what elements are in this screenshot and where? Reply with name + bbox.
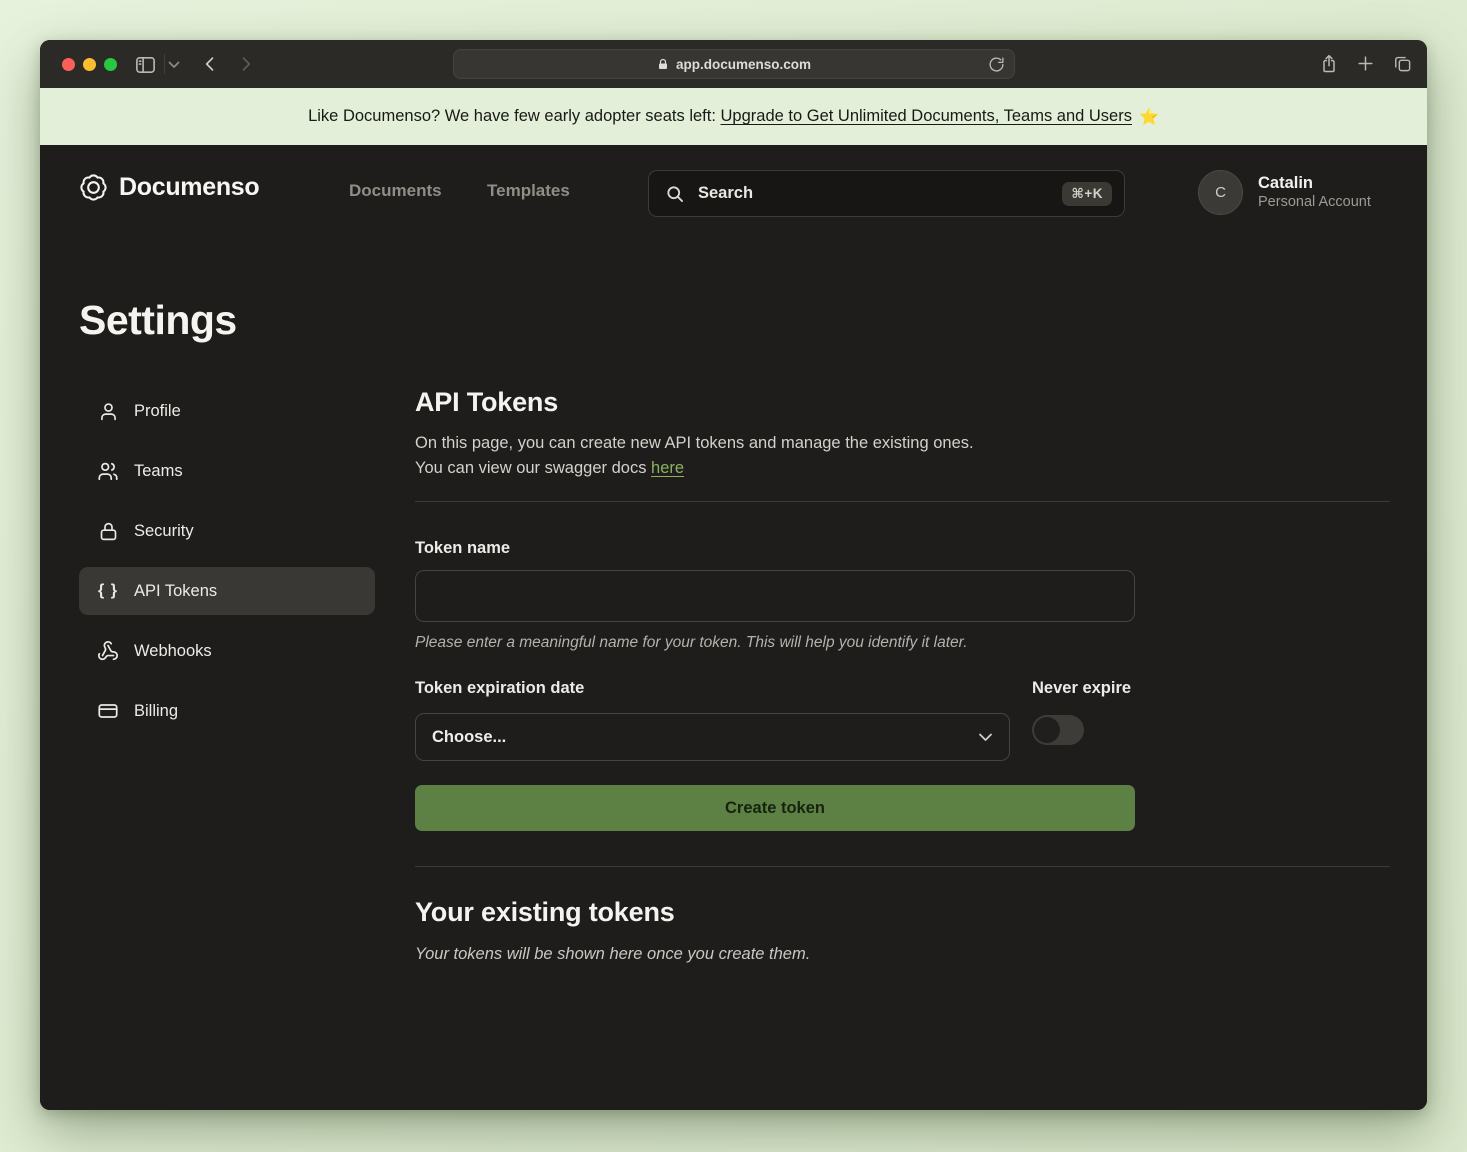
zoom-window-button[interactable] (104, 58, 117, 71)
sidebar-toggle-icon[interactable] (134, 53, 157, 76)
ssl-lock-icon (657, 58, 669, 71)
expiration-column: Token expiration date Choose... (415, 679, 1010, 761)
section-description: On this page, you can create new API tok… (415, 431, 1390, 481)
promo-banner: Like Documenso? We have few early adopte… (40, 88, 1427, 145)
browser-toolbar: app.documenso.com (40, 40, 1427, 88)
user-icon (97, 401, 119, 422)
section-heading: API Tokens (415, 387, 1390, 418)
expiration-select[interactable]: Choose... (415, 713, 1010, 761)
token-name-input[interactable] (415, 570, 1135, 622)
never-expire-column: Never expire (1032, 679, 1135, 761)
existing-tokens-empty-text: Your tokens will be shown here once you … (415, 945, 1390, 964)
sidebar-item-billing[interactable]: Billing (79, 687, 375, 735)
search-input[interactable]: Search ⌘+K (648, 170, 1125, 217)
brand[interactable]: Documenso (79, 173, 259, 202)
api-tokens-panel: API Tokens On this page, you can create … (415, 387, 1390, 964)
search-icon (665, 184, 685, 204)
toggle-knob (1034, 717, 1060, 743)
account-text: Catalin Personal Account (1258, 173, 1393, 212)
sidebar-item-label: Security (134, 522, 194, 541)
new-tab-icon[interactable] (1356, 54, 1375, 73)
credit-card-icon (97, 700, 119, 722)
star-emoji: ⭐ (1139, 107, 1159, 127)
sidebar-item-profile[interactable]: Profile (79, 387, 375, 435)
reload-icon[interactable] (988, 56, 1005, 73)
back-button[interactable] (200, 54, 220, 74)
chevron-down-icon (978, 732, 993, 742)
description-line2: You can view our swagger docs (415, 459, 651, 477)
toolbar-separator (164, 54, 165, 74)
forward-button[interactable] (236, 54, 256, 74)
expiration-label: Token expiration date (415, 679, 1010, 698)
share-icon[interactable] (1319, 53, 1339, 75)
sidebar-menu-chevron-icon[interactable] (168, 61, 180, 69)
sidebar-item-label: Teams (134, 462, 183, 481)
sidebar-item-label: Webhooks (134, 642, 212, 661)
search-shortcut-badge: ⌘+K (1062, 182, 1112, 206)
lock-icon (97, 521, 119, 542)
existing-tokens-heading: Your existing tokens (415, 897, 1390, 928)
sidebar-item-label: Profile (134, 402, 181, 421)
token-name-hint: Please enter a meaningful name for your … (415, 634, 1135, 652)
upgrade-link[interactable]: Upgrade to Get Unlimited Documents, Team… (721, 107, 1132, 126)
sidebar-item-label: Billing (134, 702, 178, 721)
sidebar-item-api-tokens[interactable]: { } API Tokens (79, 567, 375, 615)
minimize-window-button[interactable] (83, 58, 96, 71)
token-name-label: Token name (415, 539, 1135, 558)
description-line1: On this page, you can create new API tok… (415, 434, 974, 452)
swagger-docs-link[interactable]: here (651, 459, 684, 477)
expiration-row: Token expiration date Choose... Never ex… (415, 679, 1135, 761)
app-content: Documenso Documents Templates Search ⌘+K… (40, 145, 1427, 1110)
avatar-initial: C (1215, 184, 1226, 201)
search-placeholder: Search (698, 184, 1062, 203)
sidebar-item-teams[interactable]: Teams (79, 447, 375, 495)
close-window-button[interactable] (62, 58, 75, 71)
url-text: app.documenso.com (676, 57, 811, 72)
nav-documents[interactable]: Documents (349, 181, 442, 201)
webhook-icon (97, 640, 119, 662)
sidebar-item-label: API Tokens (134, 582, 217, 601)
page-body: Profile Teams Security { } API Token (40, 387, 1427, 964)
never-expire-label: Never expire (1032, 679, 1135, 698)
create-token-button[interactable]: Create token (415, 785, 1135, 831)
nav-templates[interactable]: Templates (487, 181, 570, 201)
sidebar-item-security[interactable]: Security (79, 507, 375, 555)
tab-overview-icon[interactable] (1393, 54, 1412, 73)
create-token-form: Token name Please enter a meaningful nam… (415, 539, 1135, 831)
expiration-selected-value: Choose... (432, 728, 978, 747)
promo-text: Like Documenso? We have few early adopte… (308, 107, 720, 126)
brand-name: Documenso (119, 173, 259, 202)
users-icon (97, 460, 119, 482)
address-bar[interactable]: app.documenso.com (453, 49, 1015, 79)
divider (415, 501, 1390, 502)
avatar: C (1198, 170, 1243, 215)
account-menu[interactable]: C Catalin Personal Account (1198, 170, 1427, 215)
settings-sidebar: Profile Teams Security { } API Token (79, 387, 375, 964)
account-name: Catalin (1258, 173, 1393, 193)
documenso-logo-icon (79, 173, 108, 202)
braces-icon: { } (97, 582, 119, 600)
account-type: Personal Account (1258, 193, 1393, 212)
browser-window: app.documenso.com Like Documenso? We hav… (40, 40, 1427, 1110)
never-expire-toggle[interactable] (1032, 715, 1084, 745)
app-header: Documenso Documents Templates Search ⌘+K… (40, 145, 1427, 242)
page-title: Settings (79, 297, 1427, 344)
sidebar-item-webhooks[interactable]: Webhooks (79, 627, 375, 675)
divider (415, 866, 1390, 867)
